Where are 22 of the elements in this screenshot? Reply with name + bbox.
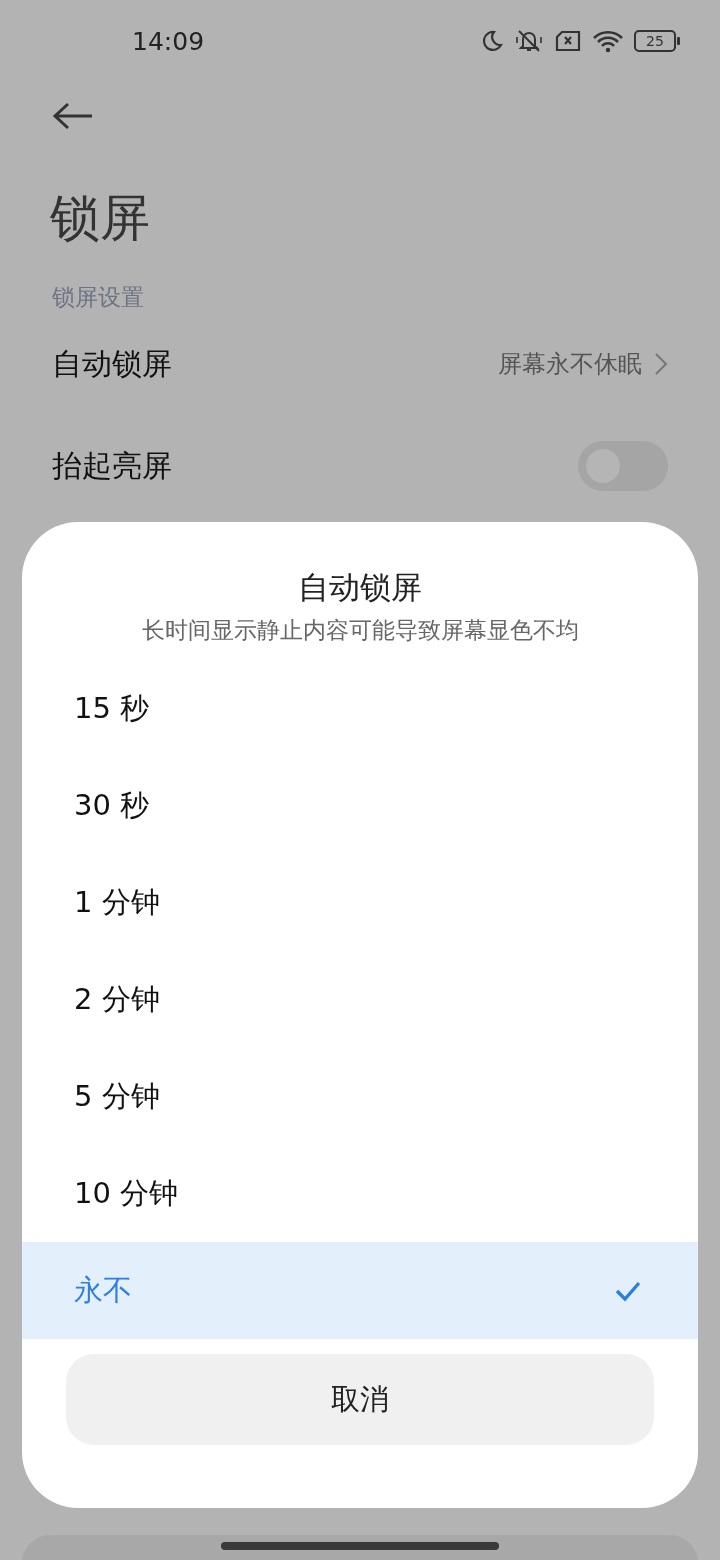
option-item[interactable]: 2 分钟 bbox=[22, 951, 698, 1048]
dialog-subtitle: 长时间显示静止内容可能导致屏幕显色不均 bbox=[140, 616, 580, 645]
option-item[interactable]: 15 秒 bbox=[22, 660, 698, 757]
cancel-button[interactable]: 取消 bbox=[66, 1354, 654, 1445]
setting-label: 抬起亮屏 bbox=[52, 446, 173, 485]
option-item[interactable]: 30 秒 bbox=[22, 757, 698, 854]
back-icon[interactable] bbox=[52, 101, 94, 131]
dialog-title: 自动锁屏 bbox=[297, 568, 423, 607]
section-header: 锁屏设置 bbox=[52, 283, 145, 312]
sim-off-icon bbox=[554, 29, 582, 53]
page-title: 锁屏 bbox=[50, 188, 151, 249]
option-item[interactable]: 5 分钟 bbox=[22, 1048, 698, 1145]
moon-icon bbox=[480, 29, 504, 53]
option-item[interactable]: 10 分钟 bbox=[22, 1145, 698, 1242]
setting-value[interactable]: 屏幕永不休眠 bbox=[498, 348, 642, 380]
wifi-icon bbox=[592, 29, 624, 53]
muted-bell-icon bbox=[514, 28, 544, 54]
chevron-icon bbox=[654, 352, 668, 376]
status-time: 14:09 bbox=[132, 26, 205, 56]
setting-label: 自动锁屏 bbox=[52, 344, 173, 383]
check-icon bbox=[614, 1279, 642, 1302]
option-item[interactable]: 1 分钟 bbox=[22, 854, 698, 951]
